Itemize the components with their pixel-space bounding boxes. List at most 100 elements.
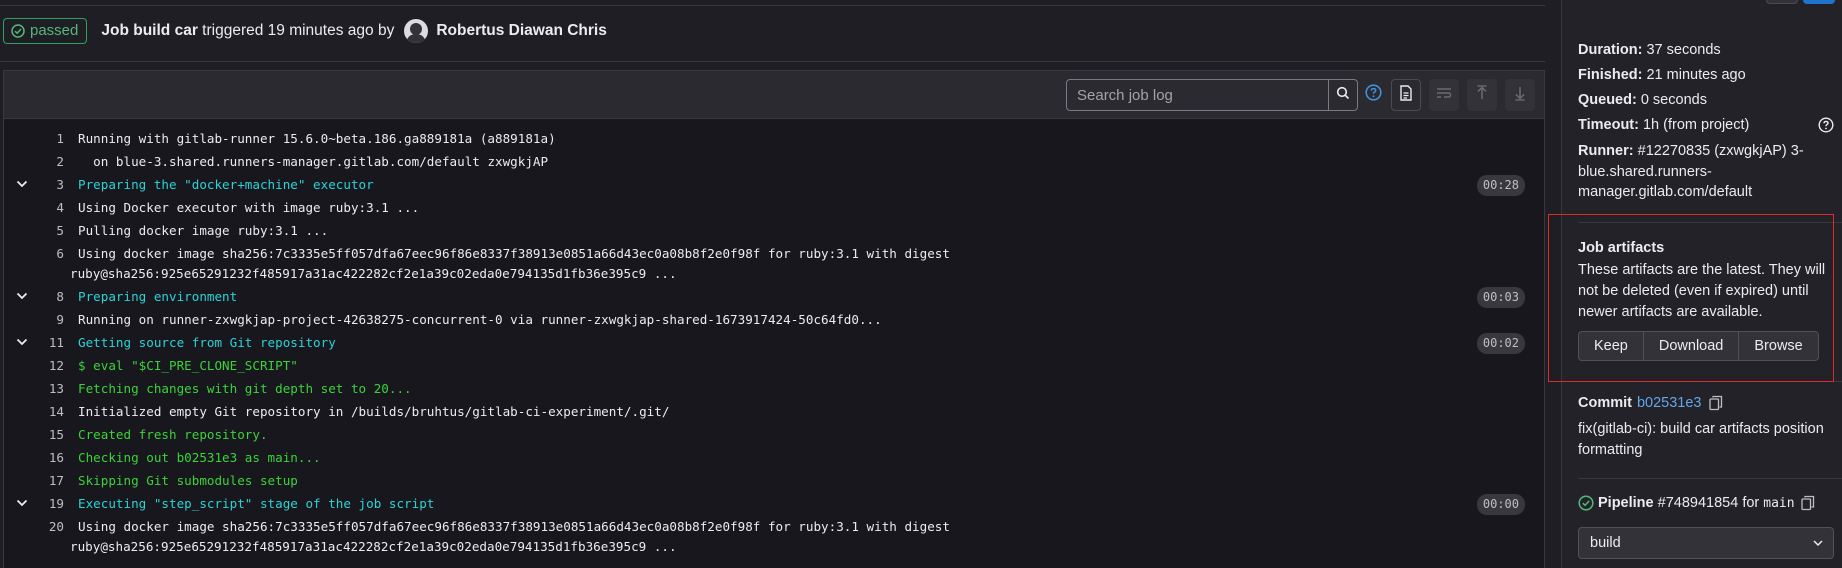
log-section-header[interactable]: 8 Preparing environment 00:03 [4,285,1544,308]
search-button[interactable] [1328,79,1358,111]
log-toolbar [4,71,1544,119]
log-line: 14 Initialized empty Git repository in /b… [4,400,1544,423]
log-line-text: Using Docker executor with image ruby:3.… [78,200,420,215]
commit-sha-link[interactable]: b02531e3 [1637,395,1702,411]
log-line-text: Initialized empty Git repository in /bui… [78,404,670,419]
line-number[interactable]: 15 [4,423,64,446]
log-line: 5 Pulling docker image ruby:3.1 ... [4,219,1544,242]
avatar[interactable] [404,18,429,43]
log-line-text: Skipping Git submodules setup [78,473,298,488]
pipeline-id[interactable]: #748941854 [1658,495,1739,511]
line-number[interactable]: 20 [4,517,64,537]
log-line-text: Getting source from Git repository [78,335,336,350]
duration-row: Duration: 37 seconds [1578,38,1828,63]
log-section-header[interactable]: 19 Executing "step_script" stage of the j… [4,492,1544,515]
log-line-text: Preparing the "docker+machine" executor [78,177,374,192]
log-line-text: Checking out b02531e3 as main... [78,450,321,465]
status-badge-label: passed [30,22,79,39]
help-button[interactable] [1363,84,1383,106]
pipeline-ref[interactable]: main [1763,496,1794,511]
pipeline-label: Pipeline [1598,495,1654,511]
line-number[interactable]: 12 [4,354,64,377]
log-line-text: Executing "step_script" stage of the job… [78,496,435,511]
sidebar-top-button[interactable] [1766,0,1798,4]
triggered-text: triggered 19 minutes ago by [202,21,395,39]
finished-value: 21 minutes ago [1646,67,1746,83]
check-circle-icon [1578,495,1594,511]
log-line-text: Preparing environment [78,289,238,304]
job-name: build car [133,21,198,39]
show-raw-button[interactable] [1391,79,1421,111]
line-number[interactable]: 2 [4,150,64,173]
arrow-down-icon [1514,85,1526,106]
search-icon [1336,86,1350,105]
section-duration-badge: 00:03 [1476,287,1525,308]
scroll-bottom-button[interactable] [1505,79,1535,111]
finished-row: Finished: 21 minutes ago [1578,63,1828,88]
section-duration-badge: 00:02 [1476,333,1525,354]
author-name[interactable]: Robertus Diawan Chris [436,22,607,40]
log-line: 16 Checking out b02531e3 as main... [4,446,1544,469]
chevron-down-icon [1811,536,1825,554]
log-line-text: Fetching changes with git depth set to 2… [78,381,412,396]
log-section-header[interactable]: 3 Preparing the "docker+machine" executor… [4,173,1544,196]
log-line-text: on blue-3.shared.runners-manager.gitlab.… [78,154,549,169]
artifacts-highlight-box [1548,214,1834,382]
log-line: 12 $ eval "$CI_PRE_CLONE_SCRIPT" [4,354,1544,377]
log-line: 9 Running on runner-zxwgkjap-project-4263… [4,308,1544,331]
search-job-log-input[interactable] [1077,86,1328,104]
job-header: passed Job build car triggered 19 minute… [0,0,1545,62]
scroll-top-button[interactable] [1467,79,1497,111]
log-section-header[interactable]: 11 Getting source from Git repository 00:0… [4,331,1544,354]
commit-label: Commit [1578,395,1632,411]
line-number[interactable]: 13 [4,377,64,400]
duration-value: 37 seconds [1646,42,1721,58]
sidebar-top-primary-button[interactable] [1803,0,1835,4]
arrow-up-icon [1476,84,1488,106]
commit-message: fix(gitlab-ci): build car artifacts posi… [1578,421,1824,458]
log-line-text: Created fresh repository. [78,427,268,442]
timeout-value: 1h (from project) [1642,117,1750,133]
sidebar-divider [1578,478,1842,479]
log-line: 20 Using docker image sha256:7c3335e5ff05… [4,515,1544,558]
stage-select[interactable]: build [1578,527,1834,559]
line-number[interactable]: 9 [4,308,64,331]
log-line-text: Using docker image sha256:7c3335e5ff057d… [70,519,958,554]
question-circle-icon[interactable] [1818,117,1834,133]
line-number[interactable]: 19 [4,492,64,515]
runner-label: Runner: [1578,143,1634,159]
search-box [1066,79,1329,111]
log-line-text: Running on runner-zxwgkjap-project-42638… [78,312,882,327]
log-line: 6 Using docker image sha256:7c3335e5ff057… [4,242,1544,285]
runner-row: Runner: #12270835 (zxwgkjAP) 3-blue.shar… [1578,141,1828,203]
document-icon [1399,84,1413,106]
job-info: Duration: 37 seconds Finished: 21 minute… [1578,38,1834,203]
finished-label: Finished: [1578,67,1643,83]
line-number[interactable]: 14 [4,400,64,423]
line-number[interactable]: 17 [4,469,64,492]
log-line: 4 Using Docker executor with image ruby:3… [4,196,1544,219]
status-badge[interactable]: passed [3,17,88,44]
timeout-label: Timeout: [1578,117,1639,133]
pipeline-row: Pipeline #748941854 for main [1578,495,1817,511]
line-number[interactable]: 4 [4,196,64,219]
line-number[interactable]: 16 [4,446,64,469]
line-number[interactable]: 11 [4,331,64,354]
log-line-text: Running with gitlab-runner 15.6.0~beta.1… [78,131,556,146]
copy-icon[interactable] [1800,495,1817,511]
log-line-text: $ eval "$CI_PRE_CLONE_SCRIPT" [78,358,298,373]
line-number[interactable]: 1 [4,127,64,150]
log-line-text: Pulling docker image ruby:3.1 ... [78,223,329,238]
timeout-row: Timeout: 1h (from project) [1578,113,1834,138]
line-number[interactable]: 5 [4,219,64,242]
duration-label: Duration: [1578,42,1643,58]
line-number[interactable]: 8 [4,285,64,308]
log-line: 1 Running with gitlab-runner 15.6.0~beta.… [4,127,1544,150]
line-number[interactable]: 3 [4,173,64,196]
queued-value: 0 seconds [1640,92,1707,108]
line-number[interactable]: 6 [4,244,64,264]
wrap-lines-button[interactable] [1429,79,1459,111]
question-circle-icon [1364,84,1382,106]
copy-icon[interactable] [1708,395,1725,411]
wrap-icon [1436,86,1452,104]
